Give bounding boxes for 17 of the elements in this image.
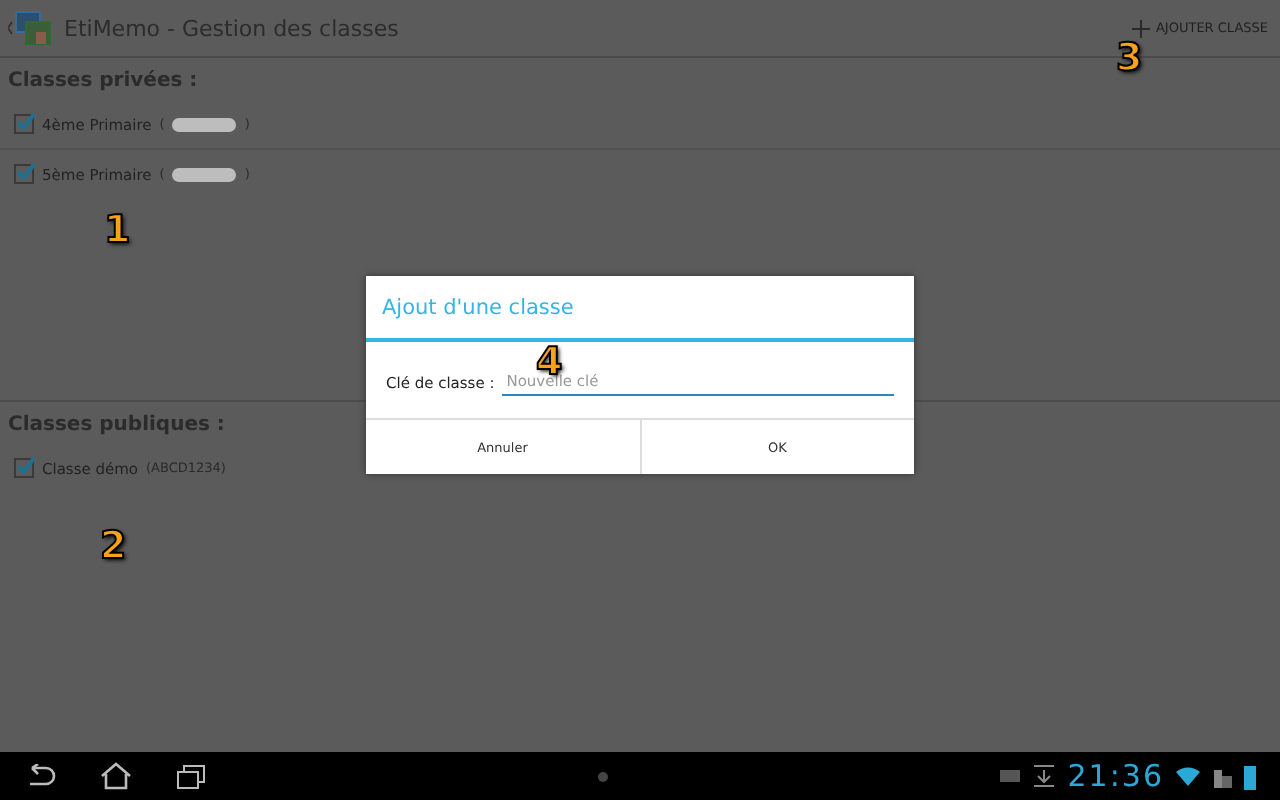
callout-number: 1 xyxy=(104,208,131,252)
home-icon[interactable] xyxy=(100,762,132,790)
plus-icon xyxy=(1131,19,1150,37)
checkbox[interactable] xyxy=(14,458,34,478)
dot-icon xyxy=(597,771,608,781)
download-icon[interactable] xyxy=(1031,764,1056,788)
checkbox[interactable] xyxy=(14,114,34,134)
callout-number: 3 xyxy=(1116,36,1143,80)
clock-time: 21:36 xyxy=(1067,758,1164,794)
app-logo-icon[interactable] xyxy=(8,8,56,48)
back-icon[interactable] xyxy=(24,764,56,788)
dialog-title: Ajout d'une classe xyxy=(366,276,914,342)
callout-number: 2 xyxy=(100,524,127,568)
wifi-icon xyxy=(1176,766,1200,786)
checkbox[interactable] xyxy=(14,164,34,184)
recent-apps-icon[interactable] xyxy=(176,763,206,789)
keyboard-icon[interactable] xyxy=(999,770,1020,782)
